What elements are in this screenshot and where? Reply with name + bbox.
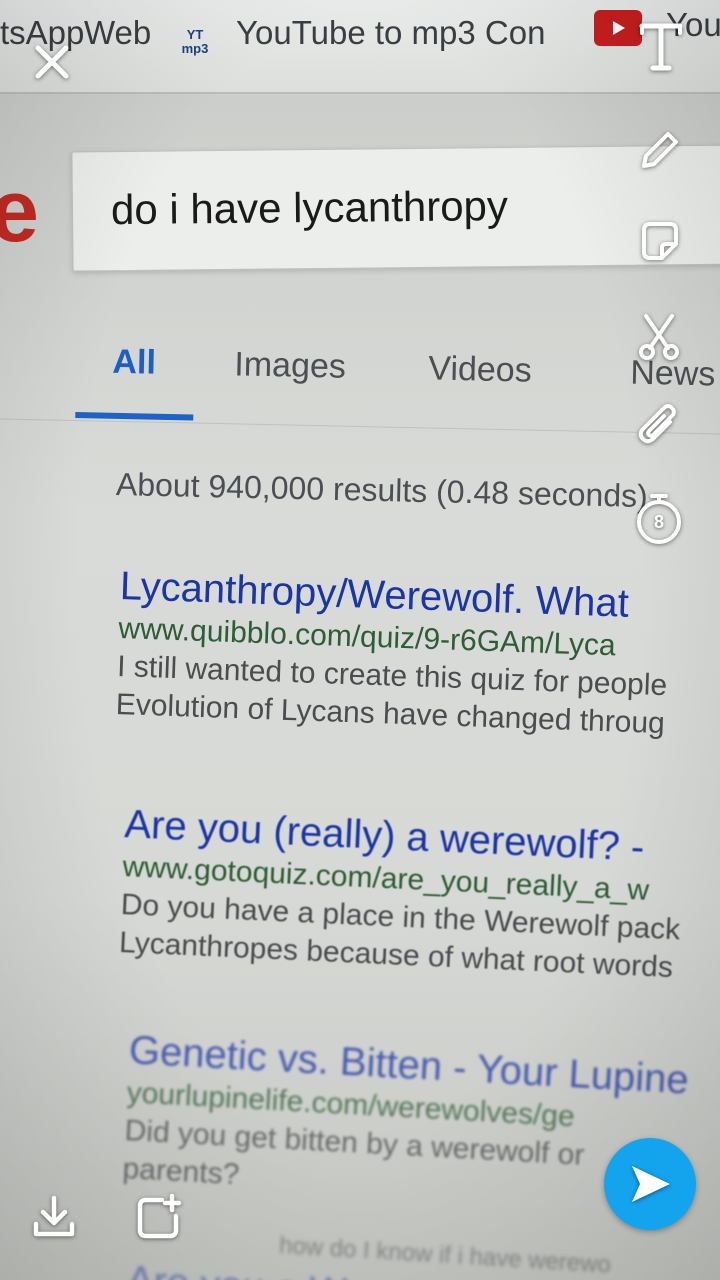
- search-input[interactable]: do i have lycanthropy: [71, 144, 720, 272]
- attach-link-button[interactable]: [634, 402, 684, 452]
- tabs-divider: [0, 418, 720, 436]
- results-stats: About 940,000 results (0.48 seconds): [115, 466, 649, 515]
- send-arrow-icon: [632, 1166, 670, 1202]
- sticker-icon: [642, 222, 678, 260]
- youtube-icon: [594, 10, 642, 46]
- text-tool-icon: [639, 23, 683, 71]
- close-button[interactable]: [30, 40, 74, 84]
- search-tabs: All Images Videos News: [0, 332, 720, 437]
- add-to-story-icon: [137, 1193, 182, 1239]
- sticker-tool-button[interactable]: [636, 218, 684, 266]
- pencil-tool-button[interactable]: [636, 126, 684, 174]
- pencil-icon: [642, 132, 678, 168]
- search-result: Are you (really) a werewolf? - www.gotoq…: [118, 800, 685, 987]
- bookmark-web[interactable]: Web: [84, 14, 151, 52]
- tab-all[interactable]: All: [112, 343, 156, 383]
- active-tab-indicator: [75, 412, 194, 421]
- tab-videos[interactable]: Videos: [428, 349, 532, 390]
- save-button[interactable]: [30, 1192, 78, 1240]
- search-logo[interactable]: e: [0, 160, 39, 262]
- yt-mp3-icon: YT mp3: [181, 27, 209, 56]
- search-query: do i have lycanthropy: [110, 182, 509, 234]
- scissors-tool-button[interactable]: [634, 312, 684, 362]
- snap-preview: tsApp Web YT mp3 YouTube to mp3 Con You …: [0, 0, 720, 1280]
- download-icon: [33, 1195, 75, 1237]
- bookmark-youtube-mp3[interactable]: YouTube to mp3 Con: [236, 14, 545, 52]
- timer-button[interactable]: 8: [632, 490, 686, 548]
- paperclip-icon: [638, 404, 676, 444]
- scissors-icon: [639, 314, 679, 360]
- timer-value: 8: [653, 512, 664, 532]
- text-tool-button[interactable]: [636, 16, 686, 76]
- search-result: how do I know if i have werewo Are you a…: [125, 1218, 612, 1280]
- send-button[interactable]: [604, 1138, 696, 1230]
- tab-images[interactable]: Images: [234, 345, 346, 386]
- bookmarks-bar: tsApp Web YT mp3 YouTube to mp3 Con You: [0, 0, 720, 94]
- add-to-story-button[interactable]: [134, 1192, 184, 1242]
- search-result: Lycanthropy/Werewolf. What www.quibblo.c…: [115, 562, 671, 743]
- close-icon: [35, 45, 69, 79]
